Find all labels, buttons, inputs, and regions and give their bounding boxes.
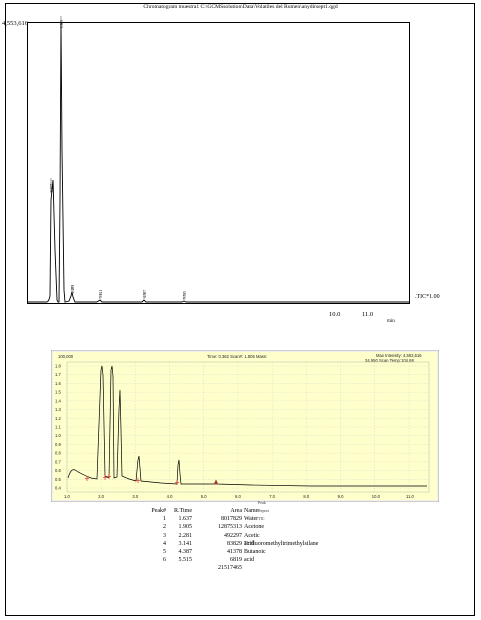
peak-label-2: 1.905 <box>60 20 64 28</box>
x-tick-10: 10.0 <box>329 311 341 318</box>
trace-label: .TIC*1.00 <box>415 294 440 300</box>
peak-label-3: 2.281 <box>71 285 75 293</box>
peak-label-6: 5.515 <box>183 291 187 299</box>
x-tick-label: 1.0 <box>64 494 70 499</box>
y-tick-label: 0.6 <box>55 468 61 473</box>
x-tick-label: 10.0 <box>372 494 381 499</box>
y-tick-label: 0.7 <box>55 459 61 464</box>
y-tick-label: 1.5 <box>55 390 61 395</box>
cell-peak: 2 <box>163 524 166 531</box>
y-tick-label: 1.4 <box>55 398 61 403</box>
cell-area: 6819 <box>230 557 242 564</box>
header-left: 100,000 <box>58 354 74 359</box>
cell-rt: 3.141 <box>178 540 193 547</box>
y-max-label: 4,553,616 <box>2 20 28 27</box>
cell-peak: 4 <box>163 540 166 547</box>
y-tick-label: 0.9 <box>55 442 61 447</box>
x-tick-label: 7.0 <box>269 494 275 499</box>
y-tick-label: 1.0 <box>55 433 61 438</box>
cell-rt: 1.905 <box>178 524 193 531</box>
cell-rt: 5.515 <box>178 557 193 564</box>
cell-peak: 3 <box>163 532 166 539</box>
cell-area: 83829 <box>227 540 242 547</box>
chromatogram-top-trace: 1.637 1.905 2.281 3.141 4.387 5.515 <box>28 16 410 303</box>
cell-rt: 2.281 <box>178 532 193 539</box>
y-axis-ticks: 1.8 1.7 1.6 1.5 1.4 1.3 1.2 1.1 1.0 0.9 0.8 0.7 0.6 0… <box>55 364 61 491</box>
y-tick-label: 1.3 <box>55 407 61 412</box>
cell-name: Trifluoromethyltrimethylsilane <box>244 540 319 547</box>
cell-name: Acetone <box>244 524 264 531</box>
peak-label-5: 4.387 <box>143 290 147 298</box>
cell-area: 41378 <box>227 548 242 555</box>
x-unit-label: min <box>387 319 395 324</box>
peak-label-4: 3.141 <box>99 290 103 298</box>
header-time: Time: 0.362 Scan#: 1.805 Mass: <box>207 354 267 359</box>
chromatogram-bottom: 100,000 Time: 0.362 Scan#: 1.805 Mass: M… <box>51 350 439 502</box>
cell-peak: 5 <box>163 548 166 555</box>
x-tick-label: 11.0 <box>406 494 415 499</box>
cell-peak: 6 <box>163 557 166 564</box>
x-tick-label: 4.0 <box>167 494 173 499</box>
y-tick-label: 0.8 <box>55 451 61 456</box>
header-peak: Peak# <box>151 508 166 514</box>
header-right2: 34,550 Scan Temp:104.68 <box>365 358 414 363</box>
y-tick-label: 0.4 <box>55 486 61 491</box>
x-tick-11: 11.0 <box>362 311 374 318</box>
x-tick-label: 2.0 <box>98 494 104 499</box>
y-tick-label: 0.5 <box>55 477 61 482</box>
x-tick-label: 8.0 <box>303 494 309 499</box>
x-tick-label: 6.0 <box>235 494 241 499</box>
cell-area: 492297 <box>224 532 242 539</box>
cell-rt: 4.387 <box>178 548 193 555</box>
x-tick-label: 3.0 <box>132 494 138 499</box>
y-tick-label: 1.6 <box>55 381 61 386</box>
y-tick-label: 1.8 <box>55 364 61 369</box>
header-area: Area <box>230 508 242 514</box>
header-name: Name <box>244 508 259 514</box>
y-tick-label: 1.7 <box>55 372 61 377</box>
cell-rt: 1.637 <box>178 516 193 523</box>
x-tick-label: 9.0 <box>338 494 344 499</box>
total-area: 21517465 <box>218 565 242 572</box>
peak-label-1: 1.637 <box>50 184 54 192</box>
cell-area: 12875313 <box>218 524 242 531</box>
header-rt: R.Time <box>174 508 192 514</box>
cell-area: 8017829 <box>221 516 242 523</box>
y-tick-label: 1.2 <box>55 416 61 421</box>
cell-peak: 1 <box>163 516 166 523</box>
table-caption: Peak Report TIC <box>258 500 269 522</box>
cell-name: Butanoic acid <box>244 548 266 564</box>
x-tick-label: 5.0 <box>201 494 207 499</box>
cell-name: Water <box>244 516 259 523</box>
y-tick-label: 1.1 <box>55 425 61 430</box>
